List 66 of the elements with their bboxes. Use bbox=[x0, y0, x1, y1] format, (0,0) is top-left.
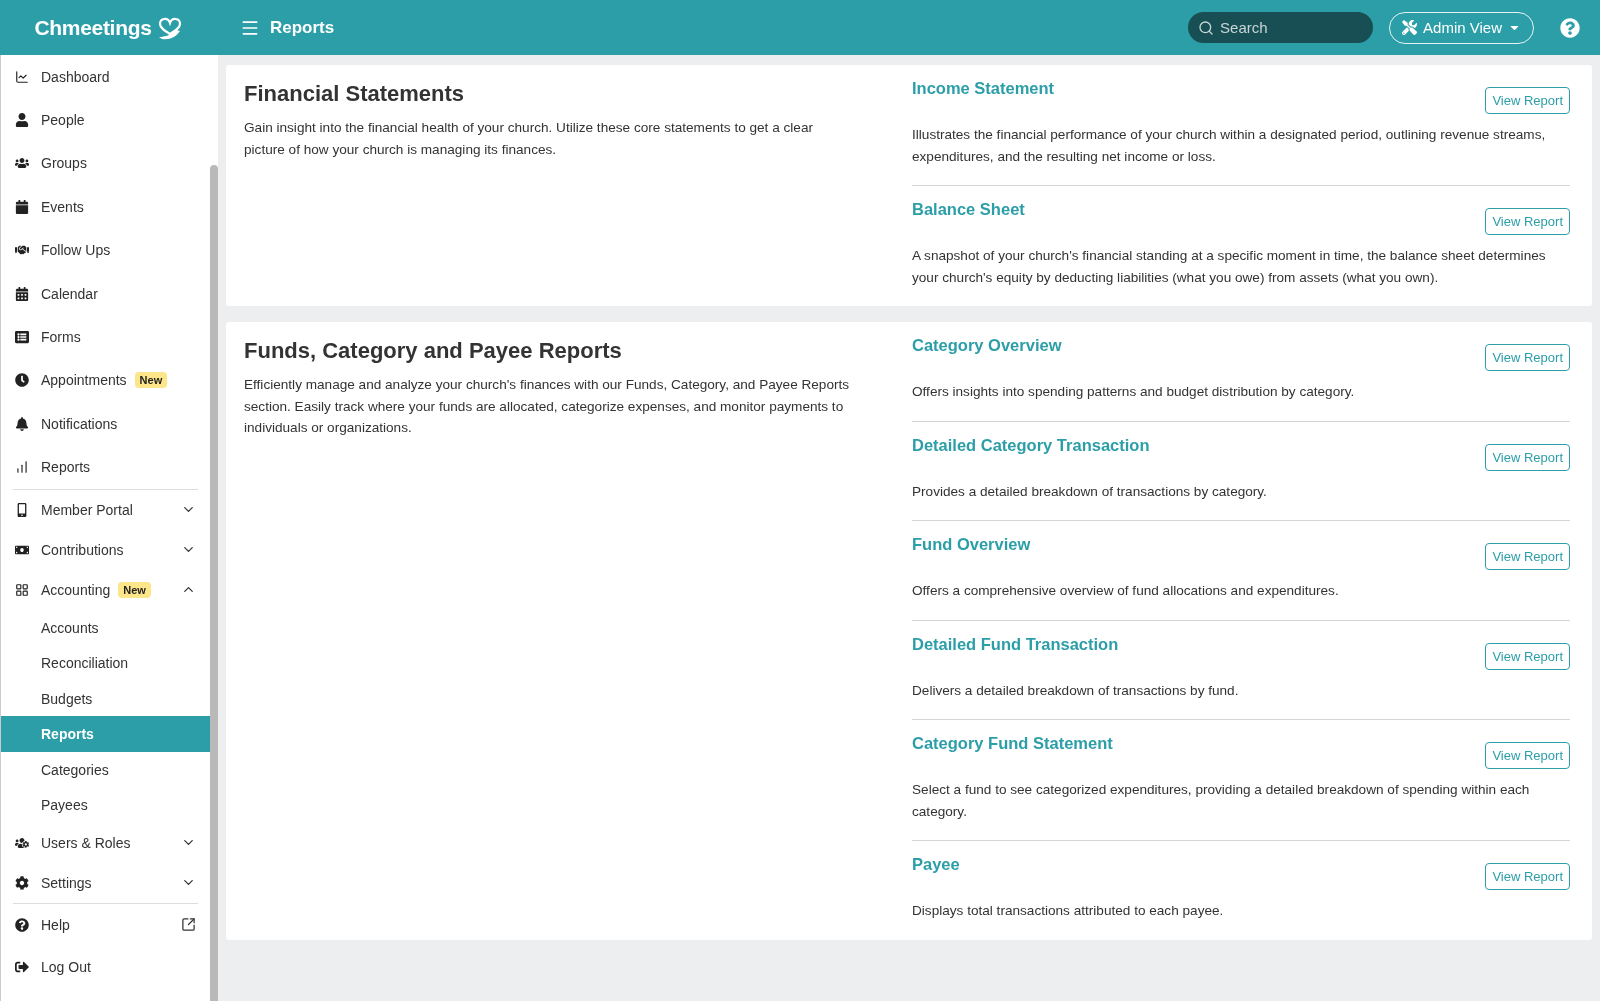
sidebar-item[interactable]: Follow Ups bbox=[1, 228, 211, 272]
sidebar-item[interactable]: Member Portal bbox=[1, 489, 211, 530]
sidebar-item[interactable]: People bbox=[1, 98, 211, 142]
sidebar-item[interactable]: Appointments New bbox=[1, 358, 211, 403]
sidebar-item[interactable]: Contributions bbox=[1, 529, 211, 570]
report-description: Offers insights into spending patterns and budget distribution by category. bbox=[912, 383, 1356, 401]
report-title: Payee bbox=[912, 855, 960, 874]
sidebar-subitem[interactable]: Reconciliation bbox=[1, 645, 211, 681]
help-icon[interactable] bbox=[1560, 17, 1580, 38]
settings-icon bbox=[15, 875, 29, 890]
list-icon bbox=[15, 330, 29, 345]
sidebar-item[interactable]: Settings bbox=[1, 862, 211, 903]
report-description: Offers a comprehensive overview of fund allocations and expenditures. bbox=[912, 582, 1340, 600]
phone-icon bbox=[15, 502, 29, 517]
report-title: Income Statement bbox=[912, 79, 1055, 98]
logo-text: Chmeetings bbox=[34, 15, 152, 40]
sidebar-item[interactable]: Calendar bbox=[1, 271, 211, 316]
page-title: Reports bbox=[270, 17, 335, 38]
sidebar-item[interactable]: Groups bbox=[1, 141, 211, 186]
new-badge: New bbox=[134, 372, 168, 389]
report-description: A snapshot of your church's financial standing at a specific moment in time, the balance sheet determines your church's equity by deducting liabilities (what you owe) from assets (what you own). bbox=[912, 247, 1547, 287]
card-description: Efficiently manage and analyze your church's finances with our Funds, Category, and Payee Reports section. Easily track where your funds are allocated, categorize expenses, and monitor payments to individuals or organizations. bbox=[244, 376, 850, 437]
report-description: Illustrates the financial performance of your church within a designated period, outlining revenue streams, expenditures, and the resulting net income or loss. bbox=[912, 126, 1547, 166]
logout-icon bbox=[15, 959, 29, 974]
calendar-grid-icon bbox=[15, 286, 29, 301]
person-icon bbox=[15, 113, 29, 128]
calendar-icon bbox=[15, 199, 29, 214]
card-description: Gain insight into the financial health of your church. Utilize these core statements to get a clear picture of how your church is managing its finances. bbox=[244, 119, 814, 159]
report-description: Delivers a detailed breakdown of transactions by fund. bbox=[912, 681, 1240, 700]
sidebar-subitem[interactable]: Budgets bbox=[1, 680, 211, 717]
sidebar-item[interactable]: Notifications bbox=[1, 402, 211, 446]
search-icon bbox=[1198, 20, 1215, 36]
sidebar-item[interactable]: Forms bbox=[1, 315, 211, 359]
report-description: Displays total transactions attributed to each payee. bbox=[912, 902, 1225, 920]
report-title: Fund Overview bbox=[912, 535, 1031, 554]
report-description: Select a fund to see categorized expenditures, providing a detailed breakdown of spending within each category. bbox=[912, 781, 1531, 821]
sidebar-subitem[interactable]: Payees bbox=[1, 787, 211, 823]
sidebar-item[interactable]: Events bbox=[1, 185, 211, 229]
grid-icon bbox=[15, 582, 29, 597]
sidebar-item[interactable]: Accounting New bbox=[1, 569, 211, 610]
report-title: Detailed Category Transaction bbox=[912, 435, 1150, 455]
scrollbar-thumb[interactable] bbox=[210, 165, 218, 1001]
new-badge: New bbox=[118, 581, 151, 598]
card-title: Financial Statements bbox=[244, 81, 466, 107]
sidebar-item[interactable]: Log Out bbox=[1, 945, 211, 988]
report-description: Provides a detailed breakdown of transactions by category. bbox=[912, 482, 1268, 501]
users-gear-icon bbox=[15, 835, 29, 850]
report-title: Detailed Fund Transaction bbox=[912, 634, 1119, 654]
card-title: Funds, Category and Payee Reports bbox=[244, 338, 623, 364]
tools-icon bbox=[1402, 20, 1418, 35]
sidebar-item[interactable]: Dashboard bbox=[1, 55, 211, 99]
people-icon bbox=[15, 156, 29, 171]
clock-icon bbox=[15, 373, 29, 388]
sidebar-item[interactable]: Reports bbox=[1, 445, 211, 489]
line-chart-icon bbox=[15, 69, 29, 84]
report-title: Category Overview bbox=[912, 336, 1062, 355]
sidebar-subitem[interactable]: Categories bbox=[1, 751, 211, 788]
help-icon bbox=[15, 917, 29, 932]
sidebar-subitem[interactable]: Accounts bbox=[1, 609, 211, 646]
report-title: Balance Sheet bbox=[912, 200, 1025, 219]
bell-icon bbox=[15, 416, 29, 431]
sidebar-item[interactable]: Help bbox=[1, 903, 211, 946]
sidebar-item[interactable]: Users & Roles bbox=[1, 822, 211, 863]
report-title: Category Fund Statement bbox=[912, 734, 1113, 753]
bar-chart-icon bbox=[15, 460, 29, 475]
search-field[interactable]: Search bbox=[1188, 12, 1374, 43]
